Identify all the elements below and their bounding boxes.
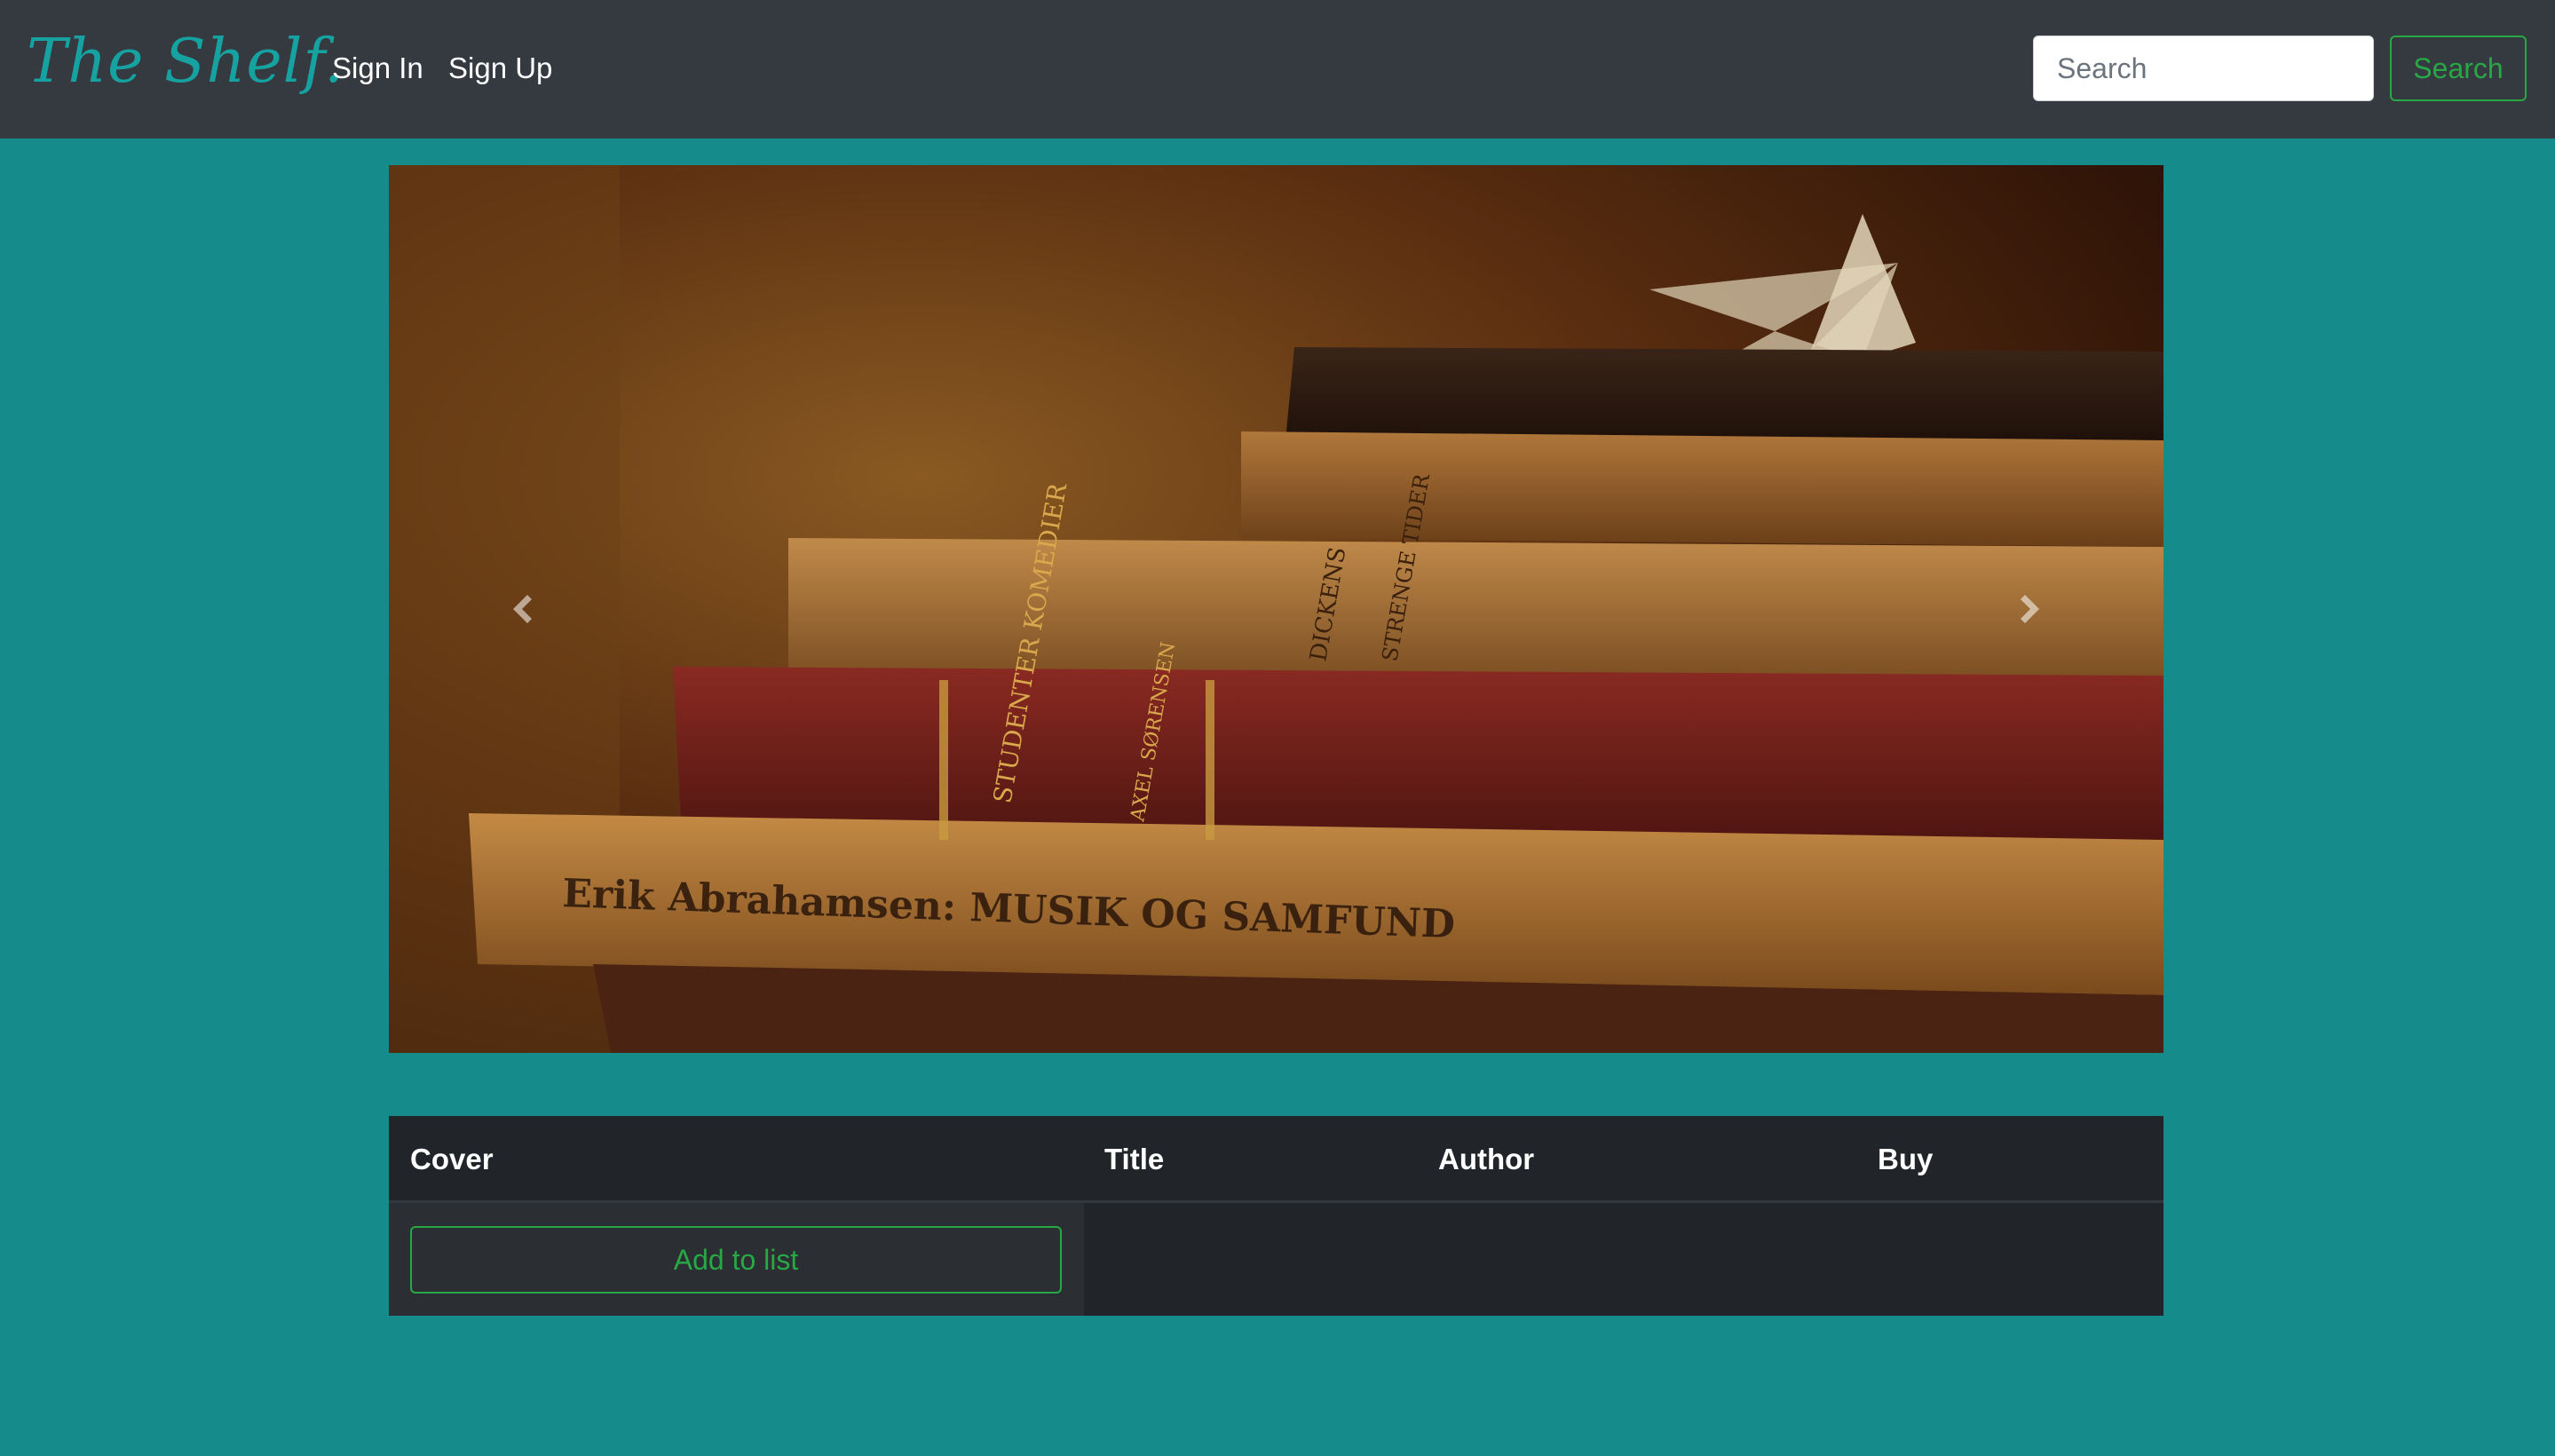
chevron-left-icon bbox=[513, 595, 532, 623]
search-input[interactable] bbox=[2033, 36, 2374, 101]
books-table: Cover Title Author Buy Add to list bbox=[389, 1116, 2163, 1316]
chevron-right-icon bbox=[2021, 595, 2039, 623]
table-header: Cover Title Author Buy bbox=[389, 1116, 2163, 1203]
header-author: Author bbox=[1438, 1143, 1535, 1175]
header-cover: Cover bbox=[410, 1143, 494, 1175]
carousel: Erik Abrahamsen: MUSIK OG SAMFUND STUDEN… bbox=[389, 165, 2163, 1053]
sign-in-link[interactable]: Sign In bbox=[332, 51, 423, 85]
carousel-next-button[interactable] bbox=[1897, 165, 2163, 1053]
carousel-prev-button[interactable] bbox=[389, 165, 655, 1053]
sign-up-link[interactable]: Sign Up bbox=[448, 51, 552, 85]
add-to-list-button[interactable]: Add to list bbox=[410, 1226, 1062, 1294]
header-buy: Buy bbox=[1878, 1143, 1934, 1175]
navbar: The Shelf. Sign In Sign Up Search bbox=[0, 0, 2555, 138]
table-row: Add to list bbox=[389, 1203, 2163, 1316]
brand-logo[interactable]: The Shelf. bbox=[27, 27, 344, 97]
header-title: Title bbox=[1104, 1143, 1165, 1175]
cover-cell: Add to list bbox=[389, 1203, 1084, 1316]
search-button[interactable]: Search bbox=[2390, 36, 2527, 101]
